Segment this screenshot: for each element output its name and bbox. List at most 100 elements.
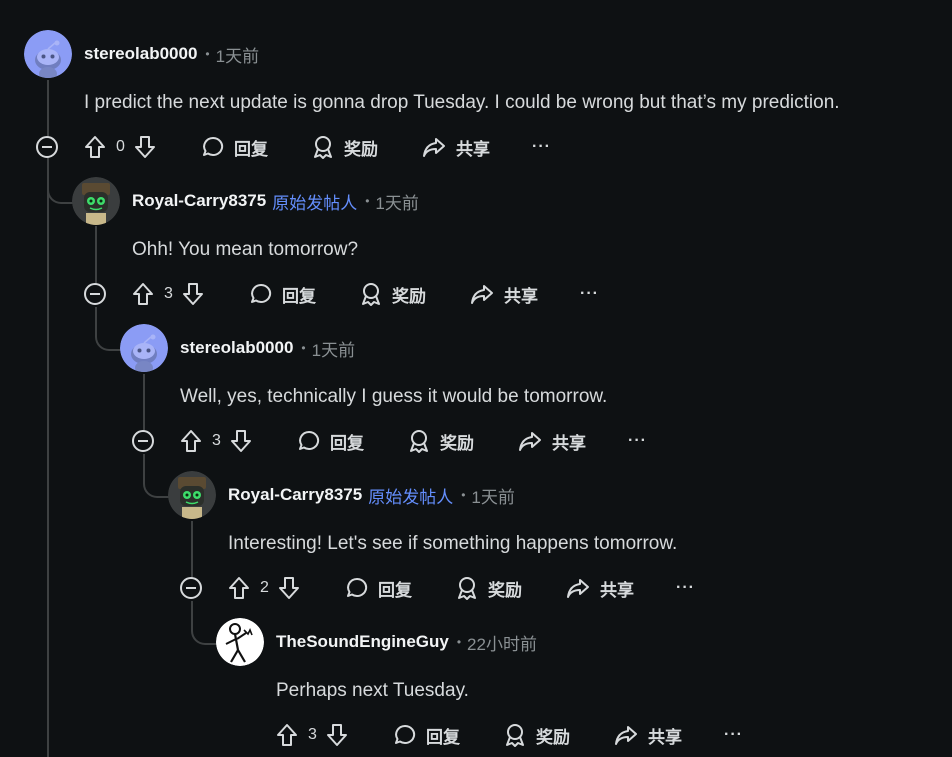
timestamp[interactable]: 1天前 [216,42,259,67]
comment-meta: stereolab0000 • 1天前 [180,336,355,360]
username[interactable]: TheSoundEngineGuy [276,632,449,652]
upvote-arrow-icon [277,724,297,746]
award-label: 奖励 [440,433,474,453]
vote-count: 2 [260,579,269,596]
meta-separator: • [461,488,466,502]
share-button[interactable]: 共享 [614,723,682,748]
share-button[interactable]: 共享 [470,282,538,307]
award-button[interactable]: 奖励 [360,282,426,307]
downvote-button[interactable] [134,135,156,159]
upvote-arrow-icon [85,136,105,158]
speech-bubble-icon [395,724,416,744]
more-options-icon[interactable]: ··· [580,285,599,303]
award-button[interactable]: 奖励 [456,576,522,601]
comment-meta: stereolab0000 • 1天前 [84,42,259,66]
vote-count: 3 [164,285,173,302]
upvote-button[interactable] [180,429,202,453]
meta-separator: • [365,194,370,208]
share-arrow-icon [615,726,637,745]
award-button[interactable]: 奖励 [504,723,570,748]
meta-separator: • [456,635,462,649]
upvote-arrow-icon [229,577,249,599]
reply-button[interactable]: 回复 [298,429,364,454]
comment-actions: 2 回复 奖励 共享 ··· [228,573,695,603]
username[interactable]: Royal-Carry8375 [132,191,266,211]
reply-label: 回复 [330,433,364,453]
award-ribbon-icon [410,430,428,453]
more-options-icon[interactable]: ··· [724,726,743,744]
comment-body: Interesting! Let's see if something happ… [228,533,678,554]
thread-line-level-2 [143,374,145,434]
more-options-icon[interactable]: ··· [532,138,551,156]
share-arrow-icon [519,432,541,451]
share-button[interactable]: 共享 [566,576,634,601]
reply-button[interactable]: 回复 [250,282,316,307]
share-label: 共享 [600,580,634,600]
avatar[interactable] [216,618,264,666]
username[interactable]: stereolab0000 [180,338,293,358]
share-button[interactable]: 共享 [518,429,586,454]
comment-meta: Royal-Carry8375 原始发帖人 • 1天前 [228,483,515,507]
robot-avatar-icon [168,471,216,519]
thread-line-level-3 [191,521,193,581]
comment-actions: 0 回复 奖励 共享 ··· [84,132,551,162]
award-ribbon-icon [458,577,476,600]
comment-actions: 3 回复 奖励 共享 ··· [276,720,743,750]
meta-separator: • [205,47,210,61]
award-label: 奖励 [344,139,378,159]
avatar[interactable] [168,471,216,519]
collapse-button[interactable] [84,283,106,305]
collapse-button[interactable] [132,430,154,452]
share-label: 共享 [648,727,682,747]
thread-line-level-1 [95,226,97,286]
more-options-icon[interactable]: ··· [628,432,647,450]
avatar[interactable] [24,30,72,78]
comment-actions: 3 回复 奖励 共享 ··· [132,279,599,309]
vote-count: 0 [116,138,125,155]
vote-count: 3 [308,726,317,743]
comment-meta: Royal-Carry8375 原始发帖人 • 1天前 [132,189,419,213]
username[interactable]: Royal-Carry8375 [228,485,362,505]
timestamp[interactable]: 1天前 [471,483,514,508]
collapse-button[interactable] [36,136,58,158]
reply-label: 回复 [378,580,412,600]
downvote-arrow-icon [327,724,347,746]
reply-button[interactable]: 回复 [394,723,460,748]
collapse-button[interactable] [180,577,202,599]
upvote-button[interactable] [84,135,106,159]
downvote-arrow-icon [231,430,251,452]
award-button[interactable]: 奖励 [312,135,378,160]
reply-button[interactable]: 回复 [346,576,412,601]
downvote-button[interactable] [278,576,300,600]
downvote-button[interactable] [326,723,348,747]
share-button[interactable]: 共享 [422,135,490,160]
reply-label: 回复 [282,286,316,306]
avatar[interactable] [120,324,168,372]
upvote-arrow-icon [133,283,153,305]
share-arrow-icon [471,285,493,304]
share-label: 共享 [552,433,586,453]
share-arrow-icon [423,138,445,157]
thread-connector [143,454,171,498]
downvote-arrow-icon [135,136,155,158]
more-options-icon[interactable]: ··· [676,579,695,597]
award-button[interactable]: 奖励 [408,429,474,454]
username[interactable]: stereolab0000 [84,44,197,64]
downvote-button[interactable] [230,429,252,453]
avatar[interactable] [72,177,120,225]
share-arrow-icon [567,579,589,598]
upvote-button[interactable] [276,723,298,747]
upvote-button[interactable] [228,576,250,600]
thread-connector [47,160,75,204]
reply-label: 回复 [426,727,460,747]
timestamp[interactable]: 22小时前 [467,630,537,655]
timestamp[interactable]: 1天前 [375,189,418,214]
timestamp[interactable]: 1天前 [312,336,355,361]
comment-actions: 3 回复 奖励 共享 ··· [180,426,647,456]
share-label: 共享 [456,139,490,159]
upvote-button[interactable] [132,282,154,306]
downvote-button[interactable] [182,282,204,306]
comment-meta: TheSoundEngineGuy • 22小时前 [276,630,537,654]
reply-button[interactable]: 回复 [202,135,268,160]
award-label: 奖励 [392,286,426,306]
